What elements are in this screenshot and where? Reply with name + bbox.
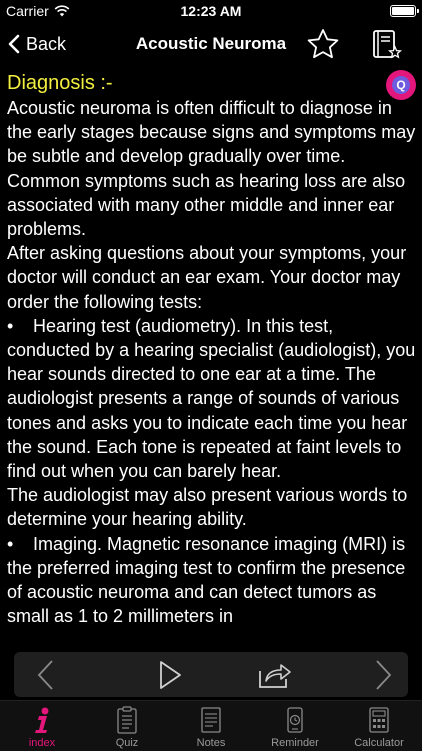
bullet-marker: • [7, 315, 14, 336]
reminder-icon [287, 707, 303, 733]
chevron-left-icon [8, 34, 20, 54]
bullet-marker: • [7, 533, 14, 554]
play-button[interactable] [145, 656, 195, 694]
star-icon [307, 29, 339, 59]
next-button[interactable] [364, 656, 404, 694]
media-controls [14, 652, 408, 697]
tab-calculator[interactable]: Calculator [337, 701, 421, 751]
tab-label: Calculator [354, 737, 404, 749]
bookmarks-button[interactable] [368, 28, 404, 62]
tab-label: index [28, 737, 56, 749]
play-icon [160, 661, 181, 689]
favorite-button[interactable] [305, 27, 341, 61]
share-button[interactable] [250, 656, 300, 694]
tab-quiz[interactable]: Quiz [85, 701, 169, 751]
book-star-icon [373, 30, 403, 59]
bullet-text: Hearing test (audiometry). In this test,… [7, 315, 416, 482]
tab-index[interactable]: index [0, 701, 84, 751]
bullet-item: • Hearing test (audiometry). In this test… [7, 314, 417, 483]
tab-notes[interactable]: Notes [169, 701, 253, 751]
notes-icon [201, 707, 221, 733]
share-icon [259, 664, 291, 688]
tab-bar: index Quiz Notes Reminder Calculator [0, 700, 422, 751]
bullet-item: • Imaging. Magnetic resonance imaging (MR… [7, 532, 417, 629]
info-icon [35, 707, 49, 733]
calculator-icon [369, 707, 389, 733]
article-content: Diagnosis :- Acoustic neuroma is often d… [7, 70, 417, 645]
back-button[interactable]: Back [8, 22, 66, 66]
chevron-right-icon [376, 660, 392, 690]
back-label: Back [26, 33, 67, 54]
tab-label: Reminder [271, 737, 319, 749]
article-paragraph: Acoustic neuroma is often difficult to d… [7, 98, 416, 240]
quiz-icon [117, 706, 137, 734]
page-title: Acoustic Neuroma [135, 34, 287, 53]
tab-label: Notes [196, 737, 226, 749]
bullet-text: Imaging. Magnetic resonance imaging (MRI… [7, 533, 406, 627]
article-paragraph: The audiologist may also present various… [7, 485, 408, 530]
quiz-button[interactable]: Q [386, 70, 416, 100]
article-paragraph: After asking questions about your sympto… [7, 243, 407, 312]
status-time: 12:23 AM [180, 3, 242, 19]
section-heading: Diagnosis :- [7, 72, 113, 94]
previous-button[interactable] [20, 656, 70, 694]
quiz-button-label: Q [392, 76, 410, 94]
chevron-left-icon [37, 660, 53, 690]
battery-icon [390, 5, 419, 17]
status-bar: Carrier 12:23 AM [0, 0, 422, 22]
tab-reminder[interactable]: Reminder [253, 701, 337, 751]
tab-label: Quiz [115, 737, 139, 749]
navigation-bar: Back Acoustic Neuroma [0, 22, 422, 66]
